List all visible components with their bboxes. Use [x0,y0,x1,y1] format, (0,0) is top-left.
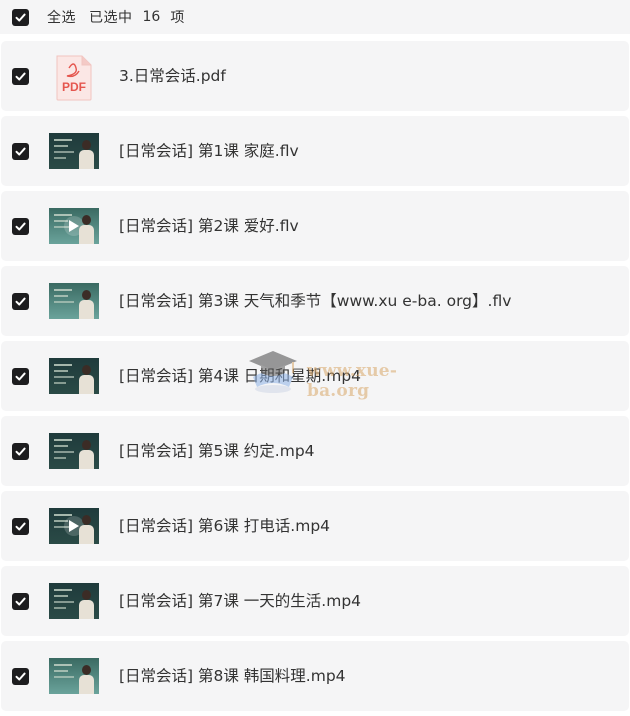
pdf-label: PDF [62,80,86,94]
check-icon [15,297,26,305]
check-icon [15,672,26,680]
video-thumbnail[interactable] [49,508,99,544]
video-thumbnail[interactable] [49,133,99,169]
file-name[interactable]: [日常会话] 第6课 打电话.mp4 [119,491,330,561]
file-name[interactable]: [日常会话] 第3课 天气和季节【www.xu e-ba. org】.flv [119,266,511,336]
file-name[interactable]: [日常会话] 第1课 家庭.flv [119,116,299,186]
file-name[interactable]: [日常会话] 第5课 约定.mp4 [119,416,315,486]
file-row[interactable]: PDF 3.日常会话.pdf [1,41,629,111]
file-checkbox[interactable] [12,442,29,460]
selected-label: 已选中 [89,10,133,26]
file-row[interactable]: [日常会话] 第3课 天气和季节【www.xu e-ba. org】.flv [1,266,629,336]
file-row[interactable]: [日常会话] 第6课 打电话.mp4 [1,491,629,561]
video-thumbnail[interactable] [49,358,99,394]
file-name[interactable]: [日常会话] 第7课 一天的生活.mp4 [119,566,361,636]
video-thumbnail[interactable] [49,583,99,619]
video-thumbnail[interactable] [49,658,99,694]
check-icon [15,372,26,380]
check-icon [15,147,26,155]
play-icon [69,220,79,232]
select-all-checkbox[interactable] [12,8,29,26]
file-row[interactable]: [日常会话] 第4课 日期和星期.mp4 [1,341,629,411]
pdf-file-icon: PDF [56,55,92,101]
file-row[interactable]: [日常会话] 第2课 爱好.flv [1,191,629,261]
video-thumbnail[interactable] [49,208,99,244]
check-icon [15,597,26,605]
file-checkbox[interactable] [12,67,29,85]
selected-count: 16 [142,9,161,25]
video-thumbnail[interactable] [49,433,99,469]
file-checkbox[interactable] [12,517,29,535]
video-thumbnail[interactable] [49,283,99,319]
file-checkbox[interactable] [12,592,29,610]
check-icon [15,222,26,230]
selection-header: 全选 已选中 16 项 [0,0,630,34]
file-name[interactable]: 3.日常会话.pdf [119,41,226,111]
select-all-label[interactable]: 全选 [47,7,76,27]
check-icon [15,72,26,80]
file-list: PDF 3.日常会话.pdf [日常会话] 第1课 家庭.flv [日常会话] … [0,41,630,716]
file-checkbox[interactable] [12,367,29,385]
file-name[interactable]: [日常会话] 第8课 韩国料理.mp4 [119,641,346,711]
file-row[interactable]: [日常会话] 第5课 约定.mp4 [1,416,629,486]
play-icon [69,520,79,532]
selected-unit: 项 [170,10,185,26]
file-row[interactable]: [日常会话] 第1课 家庭.flv [1,116,629,186]
file-checkbox[interactable] [12,292,29,310]
file-checkbox[interactable] [12,217,29,235]
file-checkbox[interactable] [12,667,29,685]
file-row[interactable]: [日常会话] 第8课 韩国料理.mp4 [1,641,629,711]
file-row[interactable]: [日常会话] 第7课 一天的生活.mp4 [1,566,629,636]
file-name[interactable]: [日常会话] 第2课 爱好.flv [119,191,299,261]
check-icon [15,13,26,21]
file-name[interactable]: [日常会话] 第4课 日期和星期.mp4 [119,341,361,411]
file-checkbox[interactable] [12,142,29,160]
check-icon [15,447,26,455]
check-icon [15,522,26,530]
